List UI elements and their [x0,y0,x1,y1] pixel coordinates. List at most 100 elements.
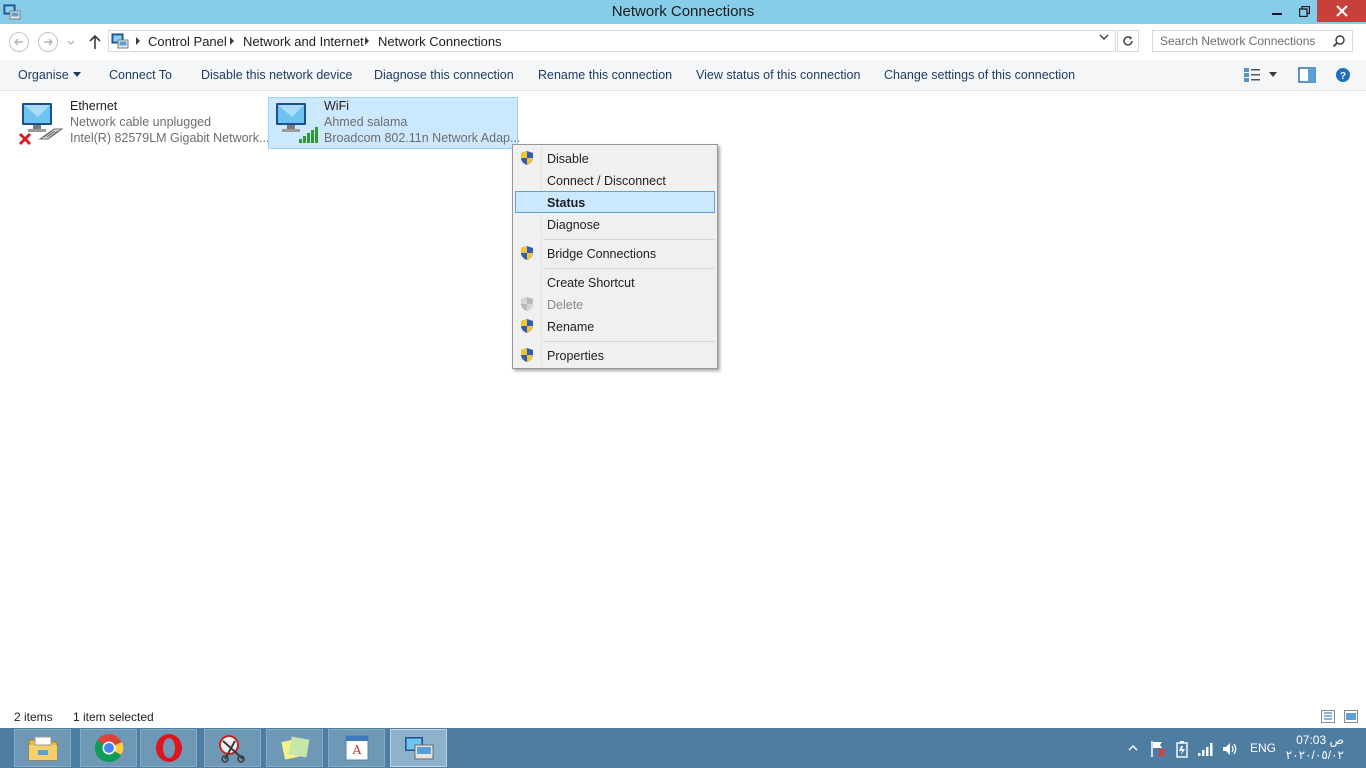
chevron-down-icon [72,72,81,77]
connection-ethernet[interactable]: Ethernet Network cable unplugged Intel(R… [14,97,269,149]
organise-label: Organise [18,68,69,82]
chevron-down-icon[interactable] [1268,71,1278,79]
chrome-icon [94,734,123,763]
network-connections-icon [111,33,129,49]
wordpad-icon: A [345,735,368,761]
wifi-signal-icon[interactable] [1197,741,1215,757]
taskbar-file-explorer[interactable] [14,729,71,767]
menu-separator [543,239,715,240]
address-history-dropdown[interactable] [1098,31,1110,43]
breadcrumb-network-connections[interactable]: Network Connections [378,34,502,49]
connection-wifi[interactable]: WiFi Ahmed salama Broadcom 802.11n Netwo… [268,97,521,149]
close-button[interactable] [1317,0,1366,22]
help-icon[interactable]: ? [1335,67,1351,83]
restore-button[interactable] [1292,0,1317,22]
menu-item-connect-disconnect[interactable]: Connect / Disconnect [515,169,715,191]
menu-item-rename[interactable]: Rename [515,315,715,337]
menu-item-label: Disable [547,152,589,166]
change-view-icon[interactable] [1243,67,1261,83]
uac-shield-icon [521,319,533,333]
wifi-connection-icon [276,103,318,143]
search-box[interactable] [1152,30,1353,52]
menu-separator [543,341,715,342]
menu-item-status[interactable]: Status [515,191,715,213]
selection-count: 1 item selected [73,710,154,724]
file-explorer-icon [28,736,57,761]
clock-date: ٢٠٢٠/٠٥/٠٢ [1285,748,1344,762]
connection-adapter: Broadcom 802.11n Network Adap... [324,131,521,145]
chevron-right-icon[interactable] [363,36,371,46]
preview-pane-icon[interactable] [1298,67,1316,83]
change-settings-button[interactable]: Change settings of this connection [884,68,1075,82]
menu-item-properties[interactable]: Properties [515,344,715,366]
breadcrumb-control-panel[interactable]: Control Panel [148,34,227,49]
command-bar: Organise Connect To Disable this network… [0,60,1366,91]
search-icon[interactable] [1332,34,1346,48]
uac-shield-icon [521,246,533,260]
disable-device-button[interactable]: Disable this network device [201,68,352,82]
refresh-button[interactable] [1117,30,1139,52]
menu-item-label: Delete [547,298,584,312]
back-button[interactable] [9,32,29,52]
breadcrumb-network-and-internet[interactable]: Network and Internet [243,34,364,49]
connection-name: WiFi [324,99,349,113]
status-bar: 2 items 1 item selected [0,706,1366,728]
forward-button[interactable] [38,32,58,52]
menu-item-create-shortcut[interactable]: Create Shortcut [515,271,715,293]
large-icons-view-icon[interactable] [1344,710,1358,723]
menu-item-disable[interactable]: Disable [515,147,715,169]
taskbar: A ENG 07:03 ص ٢٠٢٠/٠٥/٠٢ [0,728,1366,768]
taskbar-clock[interactable]: 07:03 ص ٢٠٢٠/٠٥/٠٢ [1284,733,1344,763]
connection-adapter: Intel(R) 82579LM Gigabit Network... [70,131,270,145]
taskbar-chrome[interactable] [80,729,137,767]
menu-item-delete: Delete [515,293,715,315]
action-center-flag-icon[interactable] [1149,740,1167,758]
volume-icon[interactable] [1221,740,1239,758]
network-connections-icon [404,737,433,760]
address-bar[interactable]: Control Panel Network and Internet Netwo… [108,30,1116,52]
title-bar: Network Connections [0,0,1366,24]
opera-icon [155,734,182,762]
details-view-icon[interactable] [1321,710,1335,723]
up-arrow-icon[interactable] [87,33,103,51]
organise-menu-button[interactable]: Organise [18,68,81,82]
connection-name: Ethernet [70,99,118,113]
snipping-tool-icon [218,735,245,763]
diagnose-connection-button[interactable]: Diagnose this connection [374,68,514,82]
taskbar-network-connections[interactable] [390,729,447,767]
uac-shield-icon [521,151,533,165]
taskbar-sticky-notes[interactable] [266,729,323,767]
search-input[interactable] [1160,33,1330,49]
connection-status: Ahmed salama [324,115,408,129]
menu-item-diagnose[interactable]: Diagnose [515,213,715,235]
menu-item-label: Properties [547,349,604,363]
taskbar-opera[interactable] [140,729,197,767]
menu-item-bridge-connections[interactable]: Bridge Connections [515,242,715,264]
svg-text:A: A [351,743,361,757]
svg-text:?: ? [1340,71,1346,82]
arrow-right-icon [44,38,53,46]
show-hidden-icons-icon[interactable] [1128,744,1138,752]
connection-status: Network cable unplugged [70,115,212,129]
view-status-button[interactable]: View status of this connection [696,68,860,82]
rename-connection-button[interactable]: Rename this connection [538,68,672,82]
connect-to-button[interactable]: Connect To [109,68,172,82]
arrow-left-icon [14,38,23,46]
minimize-button[interactable] [1262,0,1292,22]
uac-shield-icon [521,348,533,362]
menu-item-label: Bridge Connections [547,247,657,261]
close-icon [1335,5,1348,17]
restore-icon [1299,5,1310,17]
chevron-right-icon[interactable] [228,36,236,46]
input-language-indicator[interactable]: ENG [1250,741,1276,755]
menu-item-label: Status [547,196,586,210]
recent-locations-dropdown[interactable] [67,36,75,48]
ethernet-disconnected-icon [18,103,64,146]
menu-item-label: Connect / Disconnect [547,174,666,188]
battery-icon[interactable] [1174,740,1190,758]
clock-time: 07:03 ص [1296,733,1344,747]
taskbar-snipping-tool[interactable] [204,729,261,767]
menu-item-label: Create Shortcut [547,276,635,290]
taskbar-wordpad[interactable]: A [328,729,385,767]
chevron-right-icon[interactable] [134,36,142,46]
